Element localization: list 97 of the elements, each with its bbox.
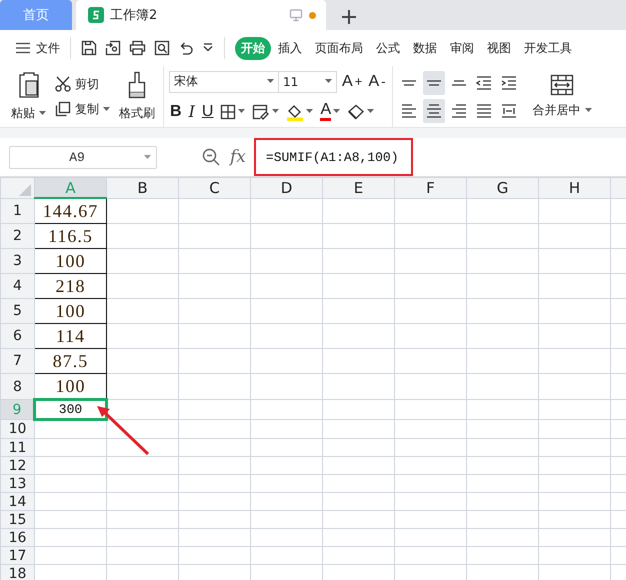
row-header[interactable]: 8 bbox=[0, 374, 34, 400]
dropdown-icon[interactable] bbox=[202, 42, 214, 54]
file-menu-button[interactable]: 文件 bbox=[16, 40, 60, 56]
tab-label: 工作簿2 bbox=[110, 7, 158, 24]
ribbon-tab[interactable]: 开发工具 bbox=[518, 36, 578, 60]
brush-icon bbox=[127, 71, 147, 99]
row-header[interactable]: 7 bbox=[0, 348, 34, 374]
save-icon[interactable] bbox=[81, 40, 97, 56]
align-button[interactable] bbox=[422, 70, 445, 94]
scissors-icon bbox=[55, 76, 71, 92]
row-header[interactable]: 14 bbox=[0, 492, 34, 510]
justify-icon bbox=[476, 102, 492, 118]
decrease-indent-icon bbox=[476, 74, 492, 90]
table-cell: 114 bbox=[34, 324, 106, 348]
font-color-button[interactable]: A bbox=[319, 100, 342, 122]
underline-button[interactable]: U bbox=[200, 100, 214, 122]
ribbon-tab[interactable]: 数据 bbox=[407, 36, 443, 60]
caret-icon bbox=[367, 109, 374, 114]
table-cell: 100 bbox=[34, 298, 106, 324]
clipboard-icon bbox=[18, 71, 40, 99]
merge-center-button[interactable]: 合并居中 bbox=[530, 72, 595, 121]
table-cell: 300 bbox=[34, 400, 106, 420]
column-header[interactable]: D bbox=[250, 178, 322, 198]
name-box[interactable]: A9 bbox=[9, 146, 157, 168]
column-header[interactable]: E bbox=[322, 178, 394, 198]
align-center-icon bbox=[426, 102, 442, 118]
cut-button[interactable]: 剪切 bbox=[55, 76, 110, 92]
caret-icon bbox=[333, 109, 340, 114]
column-header[interactable]: B bbox=[106, 178, 178, 198]
table-cell: 87.5 bbox=[34, 348, 106, 374]
merge-cells-icon bbox=[550, 74, 574, 96]
row-header[interactable]: 5 bbox=[0, 298, 34, 324]
caret-icon bbox=[39, 111, 46, 116]
italic-button[interactable]: I bbox=[188, 100, 196, 122]
undo-icon[interactable] bbox=[178, 40, 194, 56]
caret-icon bbox=[144, 154, 151, 160]
print-icon[interactable] bbox=[129, 40, 146, 56]
row-header[interactable]: 10 bbox=[0, 420, 34, 438]
table-style-icon bbox=[252, 104, 270, 120]
row-header[interactable]: 12 bbox=[0, 456, 34, 474]
column-header[interactable]: H bbox=[538, 178, 610, 198]
column-header[interactable]: G bbox=[466, 178, 538, 198]
eraser-icon bbox=[347, 104, 366, 120]
menu-icon bbox=[16, 42, 30, 54]
row-header[interactable]: 16 bbox=[0, 528, 34, 546]
paint-bucket-icon bbox=[286, 102, 304, 120]
align-button[interactable] bbox=[422, 98, 445, 122]
caret-icon bbox=[103, 106, 110, 112]
row-header[interactable]: 13 bbox=[0, 474, 34, 492]
row-header[interactable]: 11 bbox=[0, 438, 34, 456]
caret-icon bbox=[584, 108, 592, 113]
row-header[interactable]: 4 bbox=[0, 274, 34, 298]
export-icon[interactable] bbox=[105, 40, 121, 56]
ribbon-tab[interactable]: 公式 bbox=[370, 36, 406, 60]
caret-icon bbox=[272, 109, 280, 114]
arrow bbox=[97, 406, 150, 456]
spreadsheet-icon bbox=[88, 7, 104, 23]
copy-button[interactable]: 复制 bbox=[55, 100, 110, 118]
row-header[interactable]: 15 bbox=[0, 510, 34, 528]
row-header[interactable]: 17 bbox=[0, 546, 34, 564]
row-header[interactable]: 18 bbox=[0, 564, 34, 580]
caret-icon bbox=[238, 109, 246, 114]
column-header[interactable]: C bbox=[178, 178, 250, 198]
ribbon-tab[interactable]: 插入 bbox=[272, 36, 308, 60]
ribbon-tab[interactable]: 视图 bbox=[481, 36, 517, 60]
ribbon-tab[interactable]: 页面布局 bbox=[309, 36, 369, 60]
distributed-align-icon bbox=[500, 102, 517, 118]
copy-icon bbox=[55, 101, 71, 117]
align-middle-icon bbox=[426, 80, 441, 86]
add-tab-icon[interactable] bbox=[342, 10, 356, 24]
format-painter-button[interactable]: 格式刷 bbox=[116, 69, 158, 124]
align-left-icon bbox=[400, 102, 417, 118]
row-header[interactable]: 2 bbox=[0, 224, 34, 248]
caret-icon bbox=[267, 79, 274, 84]
table-cell: 218 bbox=[34, 274, 106, 298]
align-bottom-icon bbox=[452, 80, 466, 86]
table-cell: 116.5 bbox=[34, 224, 106, 248]
row-header[interactable]: 6 bbox=[0, 324, 34, 348]
column-header[interactable]: F bbox=[394, 178, 466, 198]
paste-button[interactable]: 粘贴 bbox=[8, 69, 49, 124]
caret-icon bbox=[325, 79, 332, 84]
align-top-icon bbox=[402, 80, 416, 86]
align-right-icon bbox=[450, 102, 467, 118]
tab[interactable]: 工作簿2 bbox=[76, 0, 326, 30]
formula-field[interactable]: =SUMIF(A1:A8,100) bbox=[254, 138, 413, 176]
bold-button[interactable]: B bbox=[169, 100, 183, 122]
row-header[interactable]: 1 bbox=[0, 198, 34, 224]
row-header[interactable]: 3 bbox=[0, 248, 34, 274]
print-preview-icon[interactable] bbox=[154, 40, 170, 56]
increase-indent-icon bbox=[500, 74, 517, 90]
caret-icon bbox=[306, 109, 314, 114]
grid-icon bbox=[220, 104, 236, 120]
table-cell: 144.67 bbox=[34, 198, 106, 224]
zoom-out-icon[interactable] bbox=[202, 148, 220, 166]
insert-function-button[interactable]: fx bbox=[230, 147, 246, 167]
ribbon-tab[interactable]: 审阅 bbox=[444, 36, 480, 60]
table-cell: 100 bbox=[34, 248, 106, 274]
